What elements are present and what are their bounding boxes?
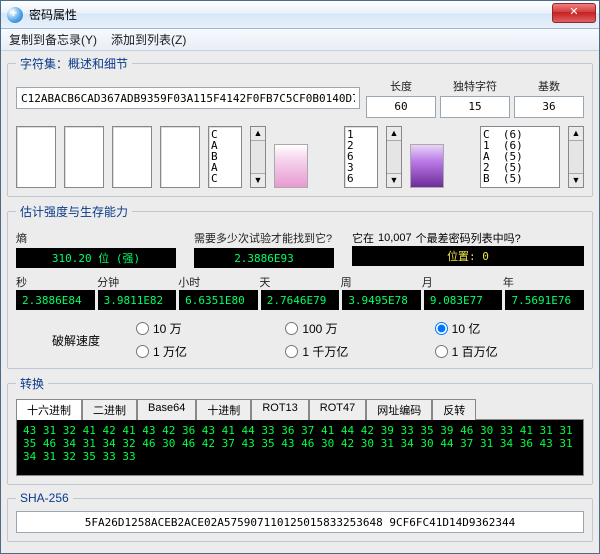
sha-group: SHA-256 bbox=[7, 491, 593, 542]
inlist-count: 10,007 bbox=[378, 232, 412, 244]
convert-tabs: 十六进制 二进制 Base64 十进制 ROT13 ROT47 网址编码 反转 bbox=[16, 398, 584, 420]
trials-label: 需要多少次试验才能找到它? bbox=[194, 230, 334, 246]
crack-speed-options: 10 万 100 万 10 亿 1 万亿 1 千万亿 1 百万亿 bbox=[136, 320, 584, 360]
scrollbar-2[interactable]: ▲▼ bbox=[386, 126, 402, 188]
chargroup-2 bbox=[64, 126, 104, 188]
opt-1qianwanyi[interactable]: 1 千万亿 bbox=[285, 343, 434, 360]
unit-month: 月 bbox=[422, 274, 503, 290]
menu-add[interactable]: 添加到列表(Z) bbox=[111, 31, 186, 48]
chargroup-3 bbox=[112, 126, 152, 188]
char-frequency[interactable]: C (6) 1 (6) A (5) 2 (5) B (5) bbox=[480, 126, 560, 188]
tab-dec[interactable]: 十进制 bbox=[196, 399, 251, 420]
convert-group: 转换 十六进制 二进制 Base64 十进制 ROT13 ROT47 网址编码 … bbox=[7, 375, 593, 485]
strength-group: 估计强度与生存能力 熵 310.20 位 (强) 需要多少次试验才能找到它? 2… bbox=[7, 203, 593, 369]
unit-sec: 秒 bbox=[16, 274, 97, 290]
unit-min: 分钟 bbox=[97, 274, 178, 290]
client-area: 字符集：概述和细节 长度 60 独特字符 15 基数 36 bbox=[1, 51, 599, 553]
menu-copy[interactable]: 复制到备忘录(Y) bbox=[9, 31, 97, 48]
unit-year: 年 bbox=[503, 274, 584, 290]
entropy-value: 310.20 位 (强) bbox=[16, 248, 176, 268]
entropy-label: 熵 bbox=[16, 230, 176, 246]
unit-day: 天 bbox=[259, 274, 340, 290]
opt-10yi[interactable]: 10 亿 bbox=[435, 320, 584, 337]
opt-1baiwanyi[interactable]: 1 百万亿 bbox=[435, 343, 584, 360]
time-sec: 2.3886E84 bbox=[16, 290, 95, 310]
tab-b64[interactable]: Base64 bbox=[137, 399, 196, 420]
tab-rot47[interactable]: ROT47 bbox=[309, 399, 366, 420]
time-week: 3.9495E78 bbox=[342, 290, 421, 310]
tab-rot13[interactable]: ROT13 bbox=[251, 399, 308, 420]
charset-group: 字符集：概述和细节 长度 60 独特字符 15 基数 36 bbox=[7, 55, 593, 197]
charset-legend: 字符集：概述和细节 bbox=[16, 55, 132, 72]
unique-label: 独特字符 bbox=[440, 78, 510, 94]
menubar: 复制到备忘录(Y) 添加到列表(Z) bbox=[1, 29, 599, 51]
inlist-label-b: 个最差密码列表中吗? bbox=[416, 230, 521, 246]
length-value: 60 bbox=[366, 96, 436, 118]
opt-100wan[interactable]: 100 万 bbox=[285, 320, 434, 337]
sha-legend: SHA-256 bbox=[16, 491, 73, 505]
inlist-label-a: 它在 bbox=[352, 230, 374, 246]
histogram-purple bbox=[410, 144, 444, 188]
scrollbar-3[interactable]: ▲▼ bbox=[568, 126, 584, 188]
base-value: 36 bbox=[514, 96, 584, 118]
unique-value: 15 bbox=[440, 96, 510, 118]
opt-10wan[interactable]: 10 万 bbox=[136, 320, 285, 337]
unit-hour: 小时 bbox=[178, 274, 259, 290]
sha-value[interactable] bbox=[16, 511, 584, 533]
crack-speed-label: 破解速度 bbox=[16, 332, 136, 349]
convert-legend: 转换 bbox=[16, 375, 48, 392]
hex-output[interactable]: 43 31 32 41 42 41 43 42 36 43 41 44 33 3… bbox=[16, 420, 584, 476]
strength-legend: 估计强度与生存能力 bbox=[16, 203, 132, 220]
password-field[interactable] bbox=[16, 87, 360, 109]
charlist-digits[interactable]: 1 2 6 3 6 bbox=[344, 126, 378, 188]
charlist-letters[interactable]: C A B A C bbox=[208, 126, 242, 188]
chargroup-4 bbox=[160, 126, 200, 188]
tab-url[interactable]: 网址编码 bbox=[366, 399, 432, 420]
titlebar: 密码属性 ✕ bbox=[1, 1, 599, 29]
close-button[interactable]: ✕ bbox=[552, 3, 596, 23]
trials-value: 2.3886E93 bbox=[194, 248, 334, 268]
tab-hex[interactable]: 十六进制 bbox=[16, 399, 82, 420]
scrollbar-1[interactable]: ▲▼ bbox=[250, 126, 266, 188]
chargroup-1 bbox=[16, 126, 56, 188]
time-hour: 6.6351E80 bbox=[179, 290, 258, 310]
window-title: 密码属性 bbox=[29, 6, 77, 23]
time-day: 2.7646E79 bbox=[261, 290, 340, 310]
length-label: 长度 bbox=[366, 78, 436, 94]
histogram-pink bbox=[274, 144, 308, 188]
unit-week: 周 bbox=[341, 274, 422, 290]
tab-bin[interactable]: 二进制 bbox=[82, 399, 137, 420]
list-position: 位置: 0 bbox=[352, 246, 584, 266]
time-year: 7.5691E76 bbox=[505, 290, 584, 310]
base-label: 基数 bbox=[514, 78, 584, 94]
app-icon bbox=[7, 7, 23, 23]
time-month: 9.083E77 bbox=[424, 290, 503, 310]
time-min: 3.9811E82 bbox=[98, 290, 177, 310]
opt-1wanyi[interactable]: 1 万亿 bbox=[136, 343, 285, 360]
tab-rev[interactable]: 反转 bbox=[432, 399, 476, 420]
